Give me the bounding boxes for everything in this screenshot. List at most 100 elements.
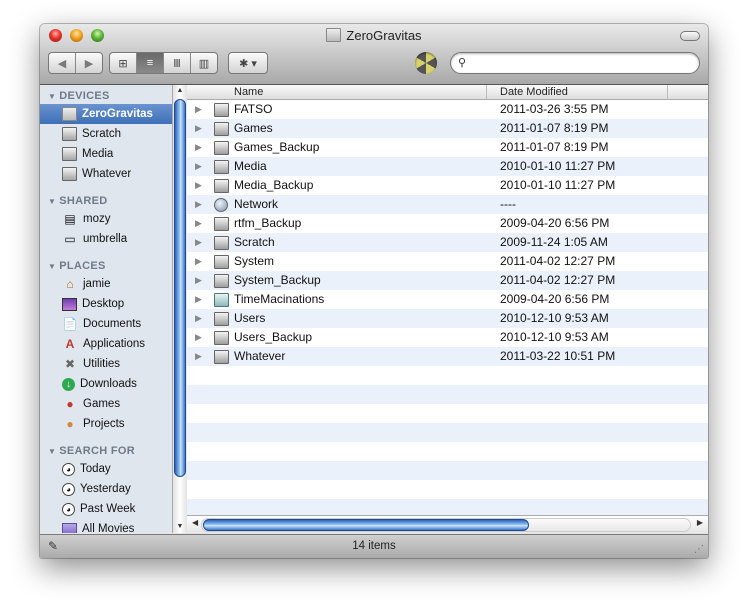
table-row[interactable]: ▶ rtfm_Backup 2009-04-20 6:56 PM — [187, 214, 708, 233]
table-row[interactable]: ▶ TimeMacinations 2009-04-20 6:56 PM — [187, 290, 708, 309]
sidebar-item-yesterday[interactable]: ◕ Yesterday — [40, 479, 172, 499]
sidebar-item-past-week[interactable]: ◕ Past Week — [40, 499, 172, 519]
sidebar-item-media[interactable]: Media — [40, 144, 172, 164]
disclosure-triangle-icon[interactable]: ▶ — [195, 347, 202, 366]
empty-row — [187, 385, 708, 404]
column-view-button[interactable]: Ⅲ — [164, 53, 191, 73]
desktop-icon — [62, 297, 77, 311]
sidebar-scrollbar[interactable]: ▲ ▼ — [172, 85, 188, 533]
disclosure-triangle-icon[interactable]: ▶ — [195, 214, 202, 233]
column-divider[interactable] — [486, 85, 487, 99]
disclosure-triangle-icon[interactable]: ▶ — [195, 138, 202, 157]
empty-row — [187, 442, 708, 461]
disclosure-triangle-icon[interactable]: ▶ — [195, 157, 202, 176]
date-modified: 2009-04-20 6:56 PM — [500, 292, 610, 306]
table-row[interactable]: ▶ Scratch 2009-11-24 1:05 AM — [187, 233, 708, 252]
sidebar-heading-label: SHARED — [59, 195, 108, 207]
sidebar-item-games[interactable]: ● Games — [40, 394, 172, 414]
sidebar-heading-shared[interactable]: ▼ SHARED — [40, 190, 172, 209]
disclosure-triangle-icon[interactable]: ▶ — [195, 119, 202, 138]
date-modified: 2011-04-02 12:27 PM — [500, 254, 616, 268]
table-row[interactable]: ▶ Whatever 2011-03-22 10:51 PM — [187, 347, 708, 366]
disclosure-triangle-icon[interactable]: ▶ — [195, 290, 202, 309]
disclosure-triangle-icon[interactable]: ▶ — [195, 309, 202, 328]
disk-icon — [214, 274, 229, 288]
table-row[interactable]: ▶ Media_Backup 2010-01-10 11:27 PM — [187, 176, 708, 195]
disclosure-triangle-icon[interactable]: ▶ — [195, 252, 202, 271]
sidebar-heading-devices[interactable]: ▼ DEVICES — [40, 85, 172, 104]
sidebar-item-scratch[interactable]: Scratch — [40, 124, 172, 144]
disclosure-triangle-icon[interactable]: ▶ — [195, 233, 202, 252]
table-row[interactable]: ▶ Games 2011-01-07 8:19 PM — [187, 119, 708, 138]
sidebar-item-jamie[interactable]: ⌂ jamie — [40, 274, 172, 294]
window-title-text: ZeroGravitas — [346, 28, 422, 43]
sidebar-item-all-movies[interactable]: All Movies — [40, 519, 172, 533]
disk-icon — [214, 179, 229, 193]
time-machine-disk-icon — [214, 293, 229, 307]
scroll-down-arrow-icon[interactable]: ▼ — [173, 521, 187, 533]
list-view-button[interactable]: ≡ — [137, 53, 164, 73]
disk-icon — [214, 122, 229, 136]
disk-icon — [62, 147, 77, 161]
column-divider[interactable] — [667, 85, 668, 99]
column-header-date-modified[interactable]: Date Modified — [500, 86, 568, 98]
toolbar-toggle-button[interactable] — [680, 31, 700, 41]
sidebar-item-umbrella[interactable]: ▭ umbrella — [40, 229, 172, 249]
scroll-right-arrow-icon[interactable]: ▶ — [697, 518, 703, 527]
sidebar-item-documents[interactable]: 📄 Documents — [40, 314, 172, 334]
sidebar-item-label: Downloads — [80, 378, 137, 390]
sidebar-scroll-thumb[interactable] — [174, 99, 186, 477]
disclosure-triangle-icon[interactable]: ▶ — [195, 271, 202, 290]
magnifier-icon: ⚲ — [458, 57, 467, 69]
resize-grip-icon[interactable]: ⋰ — [694, 544, 704, 555]
forward-button[interactable]: ▶ — [76, 53, 102, 73]
sidebar-item-downloads[interactable]: ↓ Downloads — [40, 374, 172, 394]
horizontal-scroll-thumb[interactable] — [203, 519, 529, 531]
disclosure-triangle-icon: ▼ — [48, 92, 57, 101]
search-field[interactable]: ⚲ — [450, 52, 700, 74]
table-row[interactable]: ▶ Users 2010-12-10 9:53 AM — [187, 309, 708, 328]
table-row[interactable]: ▶ FATSO 2011-03-26 3:55 PM — [187, 100, 708, 119]
horizontal-scrollbar[interactable]: ◀ ▶ — [187, 515, 708, 534]
back-button[interactable]: ◀ — [49, 53, 76, 73]
action-menu-button[interactable]: ✱ ▾ — [228, 52, 268, 74]
sidebar-item-today[interactable]: ◕ Today — [40, 459, 172, 479]
sidebar-item-whatever[interactable]: Whatever — [40, 164, 172, 184]
sidebar-item-zerogravitas[interactable]: ZeroGravitas — [40, 104, 172, 124]
table-row[interactable]: ▶ Media 2010-01-10 11:27 PM — [187, 157, 708, 176]
sidebar-item-mozy[interactable]: ▤ mozy — [40, 209, 172, 229]
disk-icon — [214, 141, 229, 155]
cover-flow-button[interactable]: ▥ — [191, 53, 217, 73]
table-row[interactable]: ▶ System_Backup 2011-04-02 12:27 PM — [187, 271, 708, 290]
table-row[interactable]: ▶ Games_Backup 2011-01-07 8:19 PM — [187, 138, 708, 157]
table-row[interactable]: ▶ System 2011-04-02 12:27 PM — [187, 252, 708, 271]
search-input[interactable] — [473, 55, 695, 72]
sidebar-item-label: Today — [80, 463, 111, 475]
sidebar-heading-search-for[interactable]: ▼ SEARCH FOR — [40, 440, 172, 459]
icon-view-button[interactable]: ⊞ — [110, 53, 137, 73]
disclosure-triangle-icon[interactable]: ▶ — [195, 195, 202, 214]
sidebar-item-projects[interactable]: ● Projects — [40, 414, 172, 434]
sidebar-item-desktop[interactable]: Desktop — [40, 294, 172, 314]
disclosure-triangle-icon[interactable]: ▶ — [195, 176, 202, 195]
disclosure-triangle-icon: ▼ — [48, 262, 57, 271]
sidebar-item-utilities[interactable]: ✖ Utilities — [40, 354, 172, 374]
table-row[interactable]: ▶ Network ---- — [187, 195, 708, 214]
disclosure-triangle-icon[interactable]: ▶ — [195, 100, 202, 119]
burn-icon[interactable] — [415, 52, 437, 74]
scroll-up-arrow-icon[interactable]: ▲ — [173, 85, 187, 97]
scroll-left-arrow-icon[interactable]: ◀ — [192, 518, 198, 527]
file-name: TimeMacinations — [234, 292, 325, 306]
sidebar-heading-places[interactable]: ▼ PLACES — [40, 255, 172, 274]
table-row[interactable]: ▶ Users_Backup 2010-12-10 9:53 AM — [187, 328, 708, 347]
sidebar-heading-label: SEARCH FOR — [59, 445, 135, 457]
disclosure-triangle-icon[interactable]: ▶ — [195, 328, 202, 347]
sidebar-item-applications[interactable]: A Applications — [40, 334, 172, 354]
folder-icon — [62, 522, 77, 533]
finder-window: ZeroGravitas ◀ ▶ ⊞ ≡ Ⅲ ▥ ✱ ▾ ⚲ ▼ DEVICES … — [40, 24, 708, 558]
sidebar-item-label: umbrella — [83, 233, 128, 245]
column-header-name[interactable]: Name — [234, 86, 263, 98]
sidebar-item-label: Scratch — [82, 128, 121, 140]
cover-flow-icon: ▥ — [198, 57, 210, 70]
sidebar-heading-label: PLACES — [59, 260, 106, 272]
